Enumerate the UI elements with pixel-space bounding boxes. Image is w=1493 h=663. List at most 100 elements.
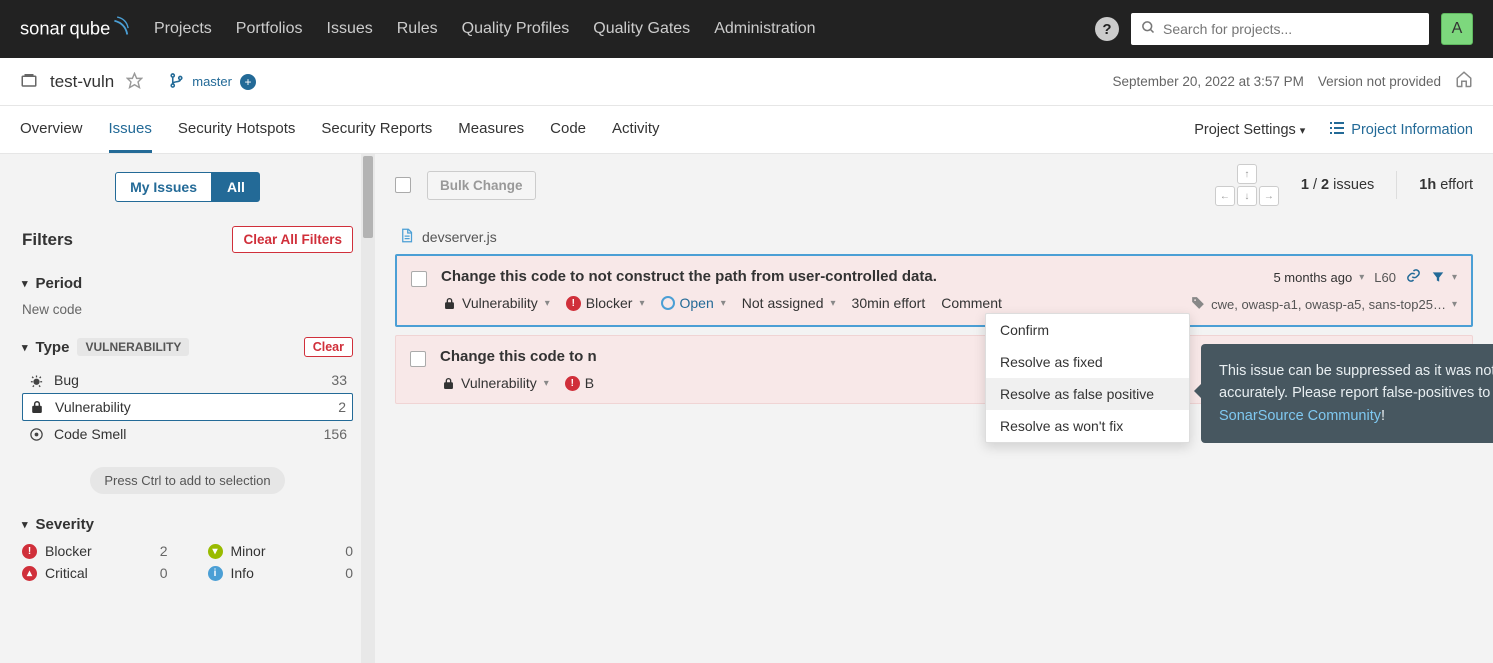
severity-critical[interactable]: ▴Critical0	[22, 565, 168, 581]
issue-assignee-dropdown[interactable]: Not assigned	[742, 295, 836, 311]
dropdown-resolve-false-positive[interactable]: Resolve as false positive	[986, 378, 1189, 410]
issue-tags[interactable]: cwe, owasp-a1, owasp-a5, sans-top25… ▾	[1191, 296, 1457, 313]
filter-similar-icon[interactable]	[1431, 270, 1457, 284]
file-header[interactable]: devserver.js	[395, 228, 1473, 246]
avatar[interactable]: A	[1441, 13, 1473, 45]
severity-minor[interactable]: ▾Minor0	[208, 543, 354, 559]
issue-meta: Vulnerability !Blocker Open Not assigned…	[441, 295, 1177, 311]
project-settings-dropdown[interactable]: Project Settings	[1194, 122, 1305, 138]
toggle-my-issues[interactable]: My Issues	[115, 172, 212, 202]
severity-blocker[interactable]: !Blocker2	[22, 543, 168, 559]
severity-label: Minor	[231, 543, 266, 559]
type-row-codesmell[interactable]: Code Smell 156	[22, 421, 353, 447]
type-row-count: 2	[338, 399, 346, 415]
tab-security-reports[interactable]: Security Reports	[321, 106, 432, 153]
scrollbar-thumb[interactable]	[363, 156, 373, 238]
severity-grid: !Blocker2 ▾Minor0 ▴Critical0 iInfo0	[22, 543, 353, 581]
issue-type-dropdown[interactable]: Vulnerability	[440, 375, 549, 391]
tooltip-text-after: !	[1381, 408, 1385, 424]
branch-selector[interactable]: master +	[169, 73, 256, 91]
nav-issues[interactable]: Issues	[327, 20, 373, 38]
facet-severity-header[interactable]: ▾Severity	[22, 516, 353, 533]
issue-checkbox[interactable]	[411, 271, 427, 287]
tags-icon	[1191, 296, 1205, 313]
lock-icon	[440, 375, 456, 391]
home-icon[interactable]	[1455, 70, 1473, 93]
search-input[interactable]	[1131, 13, 1429, 45]
arrow-up-icon: ↑	[1237, 164, 1257, 184]
selection-hint-text: Press Ctrl to add to selection	[90, 467, 284, 494]
issue-checkbox[interactable]	[410, 351, 426, 367]
chevron-down-icon: ▾	[22, 518, 28, 531]
tab-issues[interactable]: Issues	[109, 106, 152, 153]
version-text: Version not provided	[1318, 74, 1441, 89]
dropdown-resolve-wont-fix[interactable]: Resolve as won't fix	[986, 410, 1189, 442]
tab-activity[interactable]: Activity	[612, 106, 660, 153]
info-icon: i	[208, 566, 223, 581]
workspace: My Issues All Filters Clear All Filters …	[0, 154, 1493, 663]
search-wrap	[1131, 13, 1429, 45]
tab-code[interactable]: Code	[550, 106, 586, 153]
folder-icon	[20, 71, 38, 92]
type-row-vulnerability[interactable]: Vulnerability 2	[22, 393, 353, 421]
lock-icon	[29, 399, 45, 415]
nav-quality-gates[interactable]: Quality Gates	[593, 20, 690, 38]
bug-icon	[28, 372, 44, 388]
facet-period-title: Period	[36, 275, 83, 292]
type-row-count: 33	[331, 372, 347, 388]
type-row-label: Vulnerability	[55, 399, 131, 415]
dropdown-resolve-fixed[interactable]: Resolve as fixed	[986, 346, 1189, 378]
facet-period-header[interactable]: ▾Period	[22, 275, 353, 292]
facet-type-clear[interactable]: Clear	[304, 337, 353, 357]
plus-icon[interactable]: +	[240, 74, 256, 90]
type-row-bug[interactable]: Bug 33	[22, 367, 353, 393]
facet-severity: ▾Severity !Blocker2 ▾Minor0 ▴Critical0 i…	[22, 516, 353, 581]
facet-type-title: Type	[36, 339, 70, 356]
tab-overview[interactable]: Overview	[20, 106, 83, 153]
minor-icon: ▾	[208, 544, 223, 559]
permalink-icon[interactable]	[1406, 268, 1421, 286]
clear-all-filters-button[interactable]: Clear All Filters	[232, 226, 353, 253]
filters-header: Filters Clear All Filters	[22, 226, 353, 253]
sidebar-scrollbar[interactable]	[361, 154, 375, 663]
dropdown-confirm[interactable]: Confirm	[986, 314, 1189, 346]
help-icon[interactable]: ?	[1095, 17, 1119, 41]
issue-line: L60	[1374, 270, 1396, 285]
filters-sidebar: My Issues All Filters Clear All Filters …	[0, 154, 375, 663]
nav-portfolios[interactable]: Portfolios	[236, 20, 303, 38]
facet-type-body: Bug 33 Vulnerability 2 Code Smell 156	[22, 367, 353, 447]
tab-measures[interactable]: Measures	[458, 106, 524, 153]
bulk-change-button[interactable]: Bulk Change	[427, 171, 536, 200]
facet-period-newcode[interactable]: New code	[22, 302, 353, 317]
issue-age[interactable]: 5 months ago	[1273, 270, 1364, 285]
issues-main: Bulk Change ↑ ← ↓ → 1 / 2 issues 1h effo…	[375, 154, 1493, 663]
severity-count: 2	[160, 543, 168, 559]
severity-info[interactable]: iInfo0	[208, 565, 354, 581]
nav-projects[interactable]: Projects	[154, 20, 212, 38]
facet-type-header[interactable]: ▾ Type VULNERABILITY Clear	[22, 337, 353, 357]
issue-type-dropdown[interactable]: Vulnerability	[441, 295, 550, 311]
breadcrumb-bar: test-vuln master + September 20, 2022 at…	[0, 58, 1493, 106]
svg-text:sonar: sonar	[20, 18, 66, 39]
facet-type-badge: VULNERABILITY	[77, 338, 189, 356]
issue-row[interactable]: Change this code to not construct the pa…	[395, 254, 1473, 327]
star-icon[interactable]	[126, 72, 143, 92]
tab-security-hotspots[interactable]: Security Hotspots	[178, 106, 296, 153]
issue-status-dropdown[interactable]: Open	[661, 295, 726, 311]
issue-title[interactable]: Change this code to not construct the pa…	[441, 268, 1177, 285]
nav-rules[interactable]: Rules	[397, 20, 438, 38]
issue-comment-link[interactable]: Comment	[941, 295, 1002, 311]
select-all-checkbox[interactable]	[395, 177, 411, 193]
lock-icon	[441, 295, 457, 311]
issue-count: 1 / 2 issues	[1301, 177, 1374, 193]
issue-severity-dropdown[interactable]: !B	[565, 375, 594, 391]
issue-right: 5 months ago L60 cwe, owasp-a1, owasp-a5…	[1191, 268, 1457, 313]
nav-administration[interactable]: Administration	[714, 20, 815, 38]
project-name[interactable]: test-vuln	[50, 72, 114, 92]
nav-quality-profiles[interactable]: Quality Profiles	[462, 20, 570, 38]
project-information-link[interactable]: Project Information	[1329, 121, 1473, 139]
branch-name: master	[192, 74, 232, 89]
toggle-all[interactable]: All	[212, 172, 260, 202]
issue-severity-dropdown[interactable]: !Blocker	[566, 295, 645, 311]
logo[interactable]: sonarqube	[20, 14, 130, 44]
